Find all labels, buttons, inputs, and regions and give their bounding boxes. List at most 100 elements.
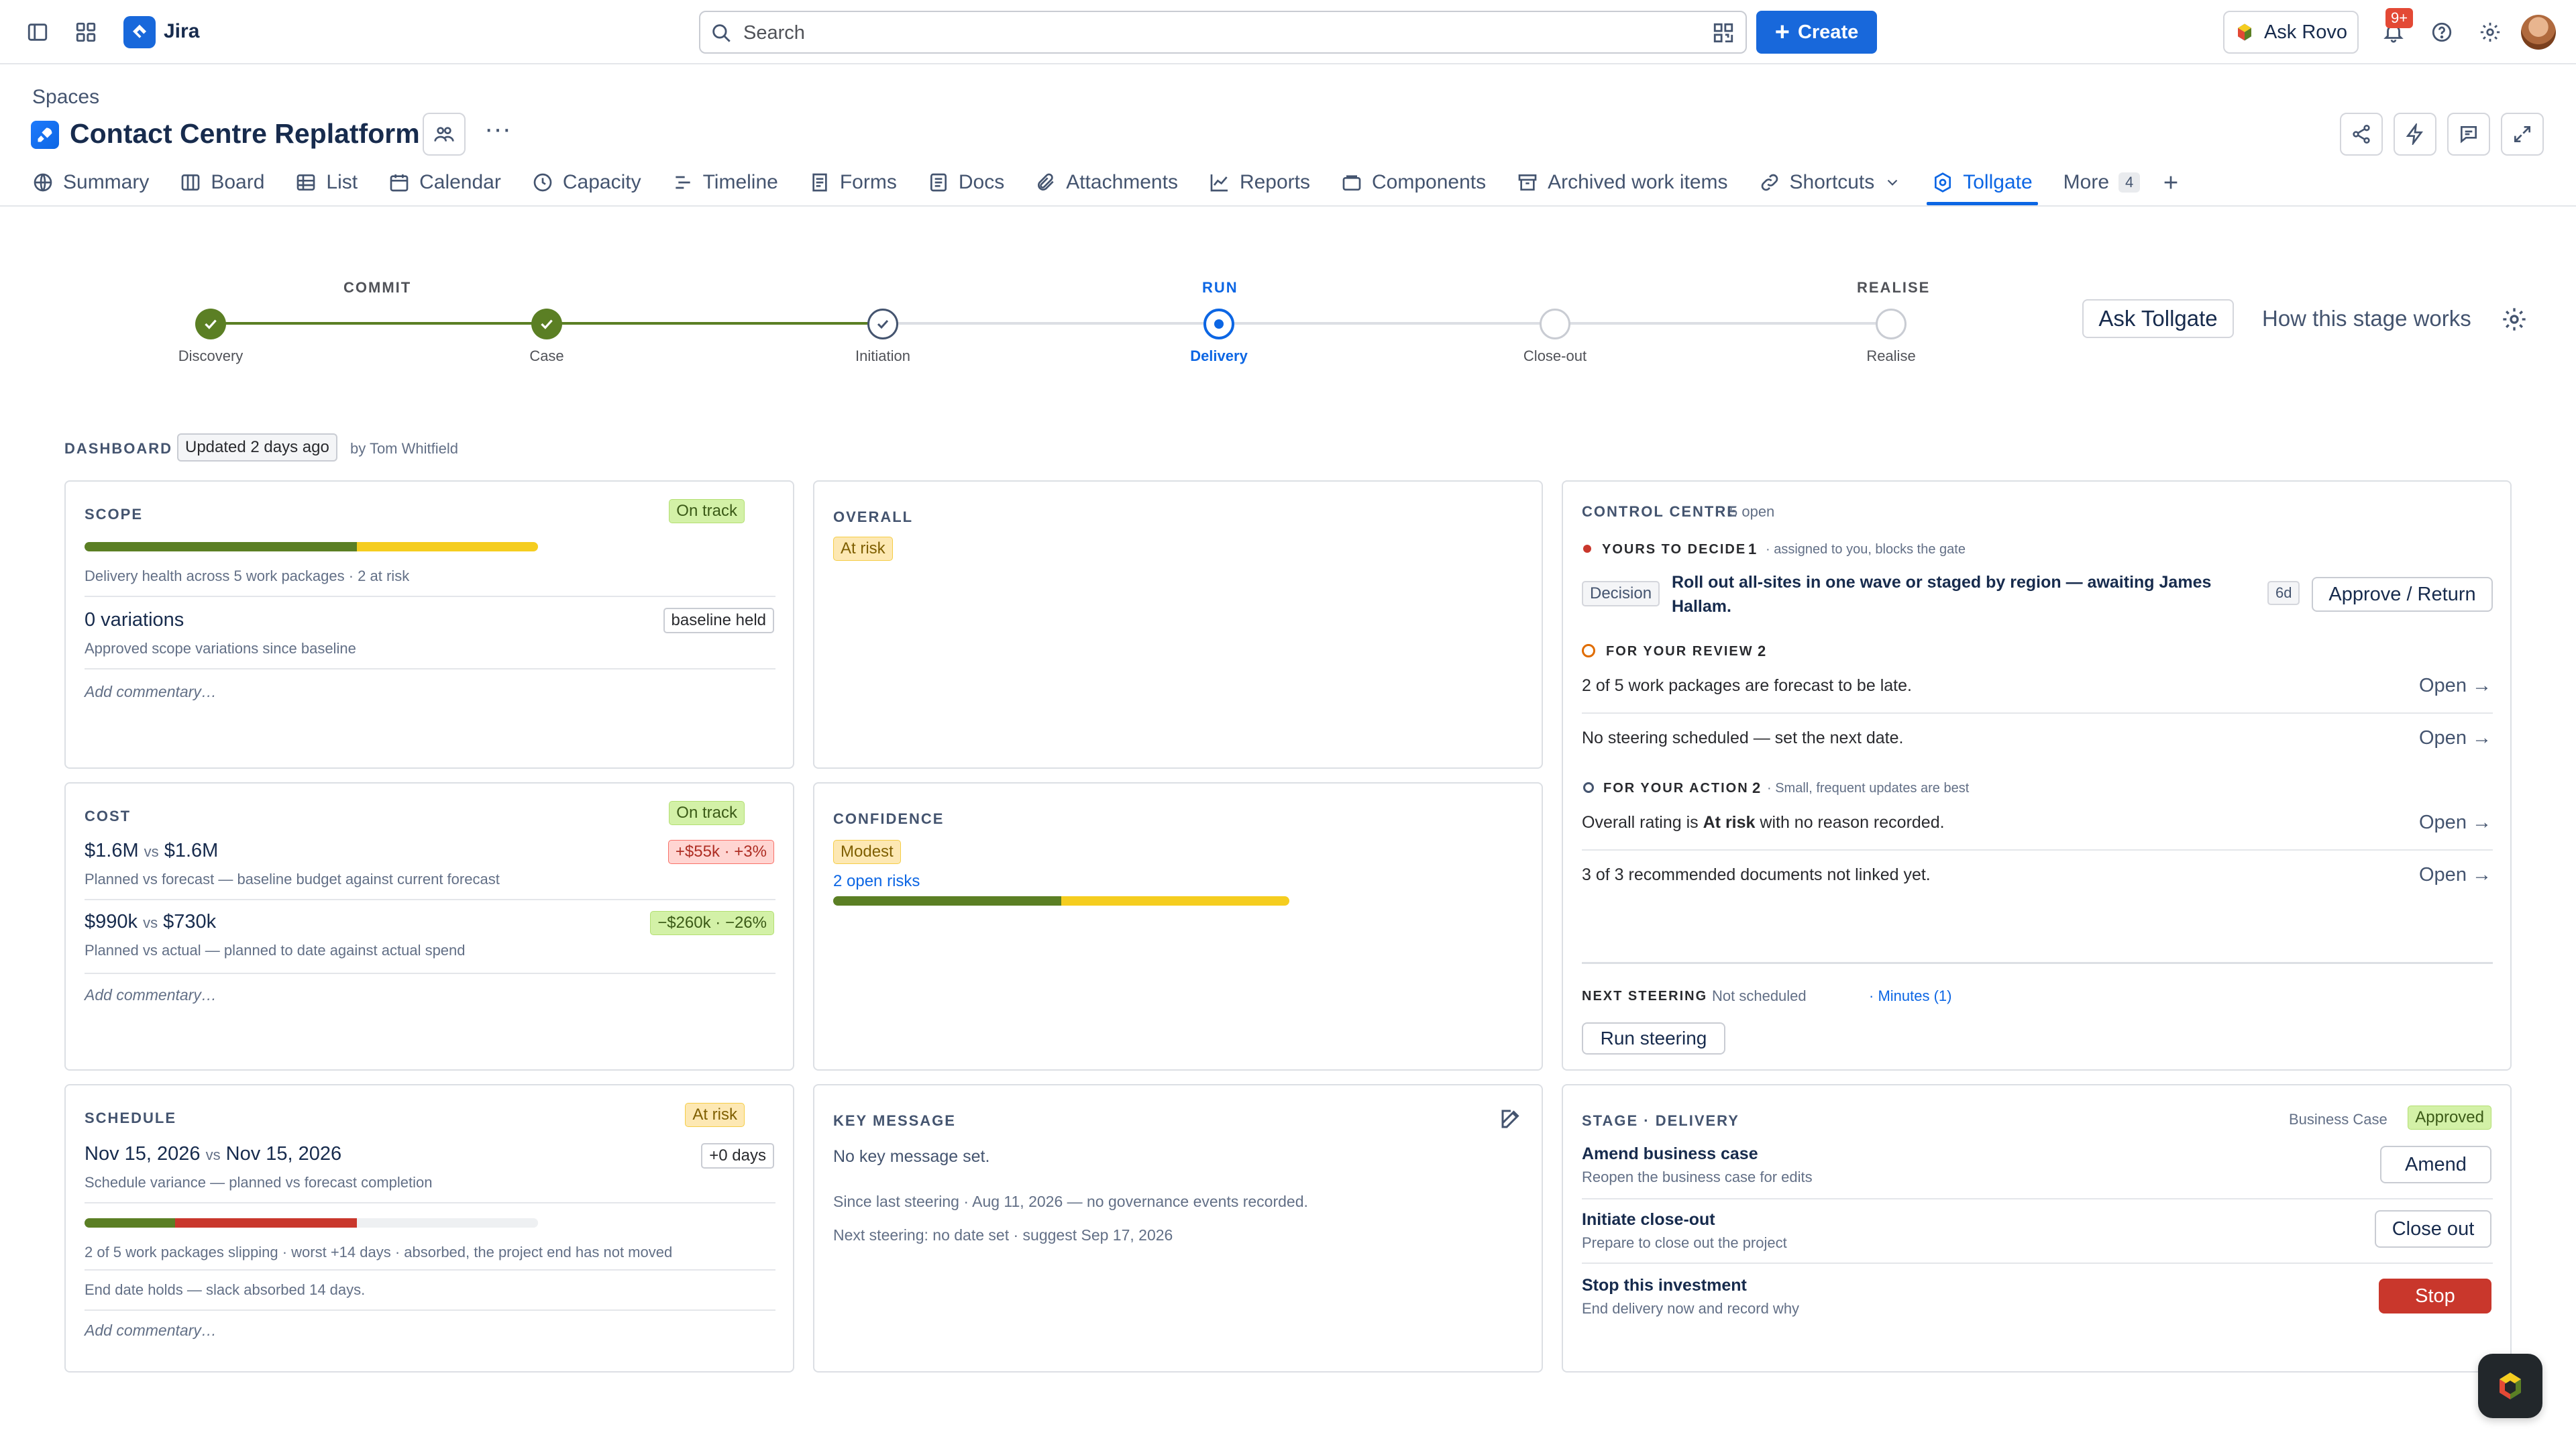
ask-rovo-button[interactable]: Ask Rovo bbox=[2223, 11, 2359, 54]
share-button[interactable] bbox=[2340, 113, 2383, 156]
step-initiation-dot[interactable] bbox=[867, 309, 898, 339]
health-text: Delivery health across 5 work packages ·… bbox=[85, 568, 410, 584]
close-out-button[interactable]: Close out bbox=[2375, 1210, 2491, 1248]
divider bbox=[85, 1269, 775, 1271]
tab-timeline[interactable]: Timeline bbox=[672, 165, 778, 200]
rovo-icon bbox=[2500, 1373, 2521, 1399]
tab-docs[interactable]: Docs bbox=[928, 165, 1004, 200]
schedule-bar bbox=[85, 1218, 538, 1228]
jira-logo-icon[interactable] bbox=[123, 16, 156, 48]
plus-icon bbox=[2164, 176, 2178, 189]
automation-button[interactable] bbox=[2394, 113, 2436, 156]
tab-reports[interactable]: Reports bbox=[1209, 165, 1310, 200]
user-avatar[interactable] bbox=[2521, 15, 2556, 50]
tab-capacity[interactable]: Capacity bbox=[532, 165, 641, 200]
decision-tag: Decision bbox=[1582, 581, 1660, 606]
space-members-button[interactable] bbox=[423, 113, 466, 156]
add-commentary-link[interactable]: Add commentary… bbox=[85, 683, 217, 701]
business-case-label: Business Case bbox=[2289, 1111, 2387, 1128]
tab-shortcuts[interactable]: Shortcuts bbox=[1759, 165, 1902, 200]
ask-tollgate-button[interactable]: Ask Tollgate bbox=[2082, 299, 2234, 338]
step-discovery-dot[interactable] bbox=[195, 309, 226, 339]
days-badge: +0 days bbox=[701, 1143, 774, 1169]
archive-icon bbox=[1518, 174, 1537, 191]
minutes-link[interactable]: · Minutes (1) bbox=[1869, 987, 1951, 1005]
breadcrumb-spaces[interactable]: Spaces bbox=[32, 86, 99, 109]
docs-icon bbox=[930, 173, 947, 192]
rovo-chat-button[interactable] bbox=[2478, 1354, 2542, 1418]
status-badge: Modest bbox=[833, 840, 901, 864]
tab-list[interactable]: List bbox=[295, 165, 358, 200]
step-delivery-dot[interactable] bbox=[1203, 309, 1234, 339]
add-tab-button[interactable] bbox=[2160, 165, 2182, 200]
edit-icon[interactable] bbox=[1499, 1107, 1523, 1131]
tab-forms[interactable]: Forms bbox=[809, 165, 897, 200]
cost-sub: Planned vs actual — planned to date agai… bbox=[85, 942, 466, 959]
more-count-badge: 4 bbox=[2118, 172, 2141, 193]
updated-by: by Tom Whitfield bbox=[350, 440, 458, 457]
fullscreen-button[interactable] bbox=[2501, 113, 2544, 156]
tab-board[interactable]: Board bbox=[180, 165, 264, 200]
tab-label: Shortcuts bbox=[1789, 171, 1875, 193]
board-icon bbox=[182, 174, 200, 191]
tab-components[interactable]: Components bbox=[1341, 165, 1486, 200]
tab-more[interactable]: More 4 bbox=[2063, 165, 2141, 200]
tollgate-icon bbox=[1935, 172, 1951, 193]
open-link[interactable]: Open → bbox=[2419, 675, 2491, 697]
app-name[interactable]: Jira bbox=[164, 20, 199, 43]
create-button[interactable]: + Create bbox=[1756, 11, 1877, 54]
stage-settings-gear-icon[interactable] bbox=[2501, 306, 2528, 333]
more-actions-icon[interactable]: ··· bbox=[478, 114, 518, 154]
feedback-button[interactable] bbox=[2447, 113, 2490, 156]
sidebar-toggle-icon[interactable] bbox=[19, 13, 56, 51]
action-dot-icon bbox=[1583, 782, 1594, 793]
action-item-rating: At risk bbox=[1703, 813, 1756, 832]
app-switcher-icon[interactable] bbox=[67, 13, 105, 51]
rovo-icon bbox=[2237, 23, 2251, 41]
stop-button[interactable]: Stop bbox=[2379, 1279, 2491, 1313]
filter-grid-icon[interactable] bbox=[1712, 21, 1735, 44]
card-title: STAGE · DELIVERY bbox=[1582, 1112, 1739, 1129]
step-case-dot[interactable] bbox=[531, 309, 562, 339]
step-realise-dot[interactable] bbox=[1876, 309, 1907, 339]
step-close-out-dot[interactable] bbox=[1540, 309, 1570, 339]
since-last-steering: Since last steering · Aug 11, 2026 — no … bbox=[833, 1193, 1308, 1210]
tab-archived-work-items[interactable]: Archived work items bbox=[1517, 165, 1728, 200]
chart-line-icon bbox=[1210, 174, 1228, 192]
tab-summary[interactable]: Summary bbox=[32, 165, 149, 200]
check-icon bbox=[541, 319, 553, 329]
list-icon bbox=[297, 174, 315, 191]
open-link[interactable]: Open → bbox=[2419, 812, 2491, 834]
share-icon bbox=[2353, 125, 2370, 144]
search-icon bbox=[712, 24, 731, 42]
tab-tollgate[interactable]: Tollgate bbox=[1927, 165, 2039, 205]
tab-label: Tollgate bbox=[1963, 171, 2033, 193]
open-link[interactable]: Open → bbox=[2419, 727, 2491, 749]
stepper-line-todo bbox=[881, 322, 1890, 325]
add-commentary-link[interactable]: Add commentary… bbox=[85, 1322, 217, 1340]
control-centre-card: CONTROL CENTRE 5 open YOURS TO DECIDE 1 … bbox=[1562, 480, 2512, 1071]
step-label: Case bbox=[529, 347, 564, 364]
run-steering-button[interactable]: Run steering bbox=[1582, 1022, 1725, 1055]
add-commentary-link[interactable]: Add commentary… bbox=[85, 986, 217, 1004]
schedule-sub: Schedule variance — planned vs forecast … bbox=[85, 1174, 433, 1191]
tab-label: Capacity bbox=[562, 171, 641, 193]
feedback-icon bbox=[2461, 126, 2477, 144]
divider bbox=[1582, 962, 2493, 964]
open-risks-link[interactable]: 2 open risks bbox=[833, 872, 920, 891]
tab-calendar[interactable]: Calendar bbox=[388, 165, 501, 200]
tab-attachments[interactable]: Attachments bbox=[1035, 165, 1178, 200]
open-link[interactable]: Open → bbox=[2419, 864, 2491, 886]
approve-return-button[interactable]: Approve / Return bbox=[2312, 577, 2493, 612]
settings-gear-icon[interactable] bbox=[2471, 13, 2509, 51]
search-input[interactable]: Search bbox=[699, 11, 1747, 54]
planned-vs-forecast: $1.6M vs $1.6M bbox=[85, 840, 218, 862]
amend-button[interactable]: Amend bbox=[2380, 1146, 2491, 1183]
chevron-down-icon[interactable] bbox=[1884, 174, 1901, 191]
create-label: Create bbox=[1797, 21, 1859, 43]
status-badge: On track bbox=[669, 499, 745, 523]
tab-label: Archived work items bbox=[1548, 171, 1728, 193]
help-icon[interactable] bbox=[2423, 13, 2461, 51]
divider bbox=[85, 596, 775, 597]
how-stage-works-link[interactable]: How this stage works bbox=[2262, 306, 2471, 331]
